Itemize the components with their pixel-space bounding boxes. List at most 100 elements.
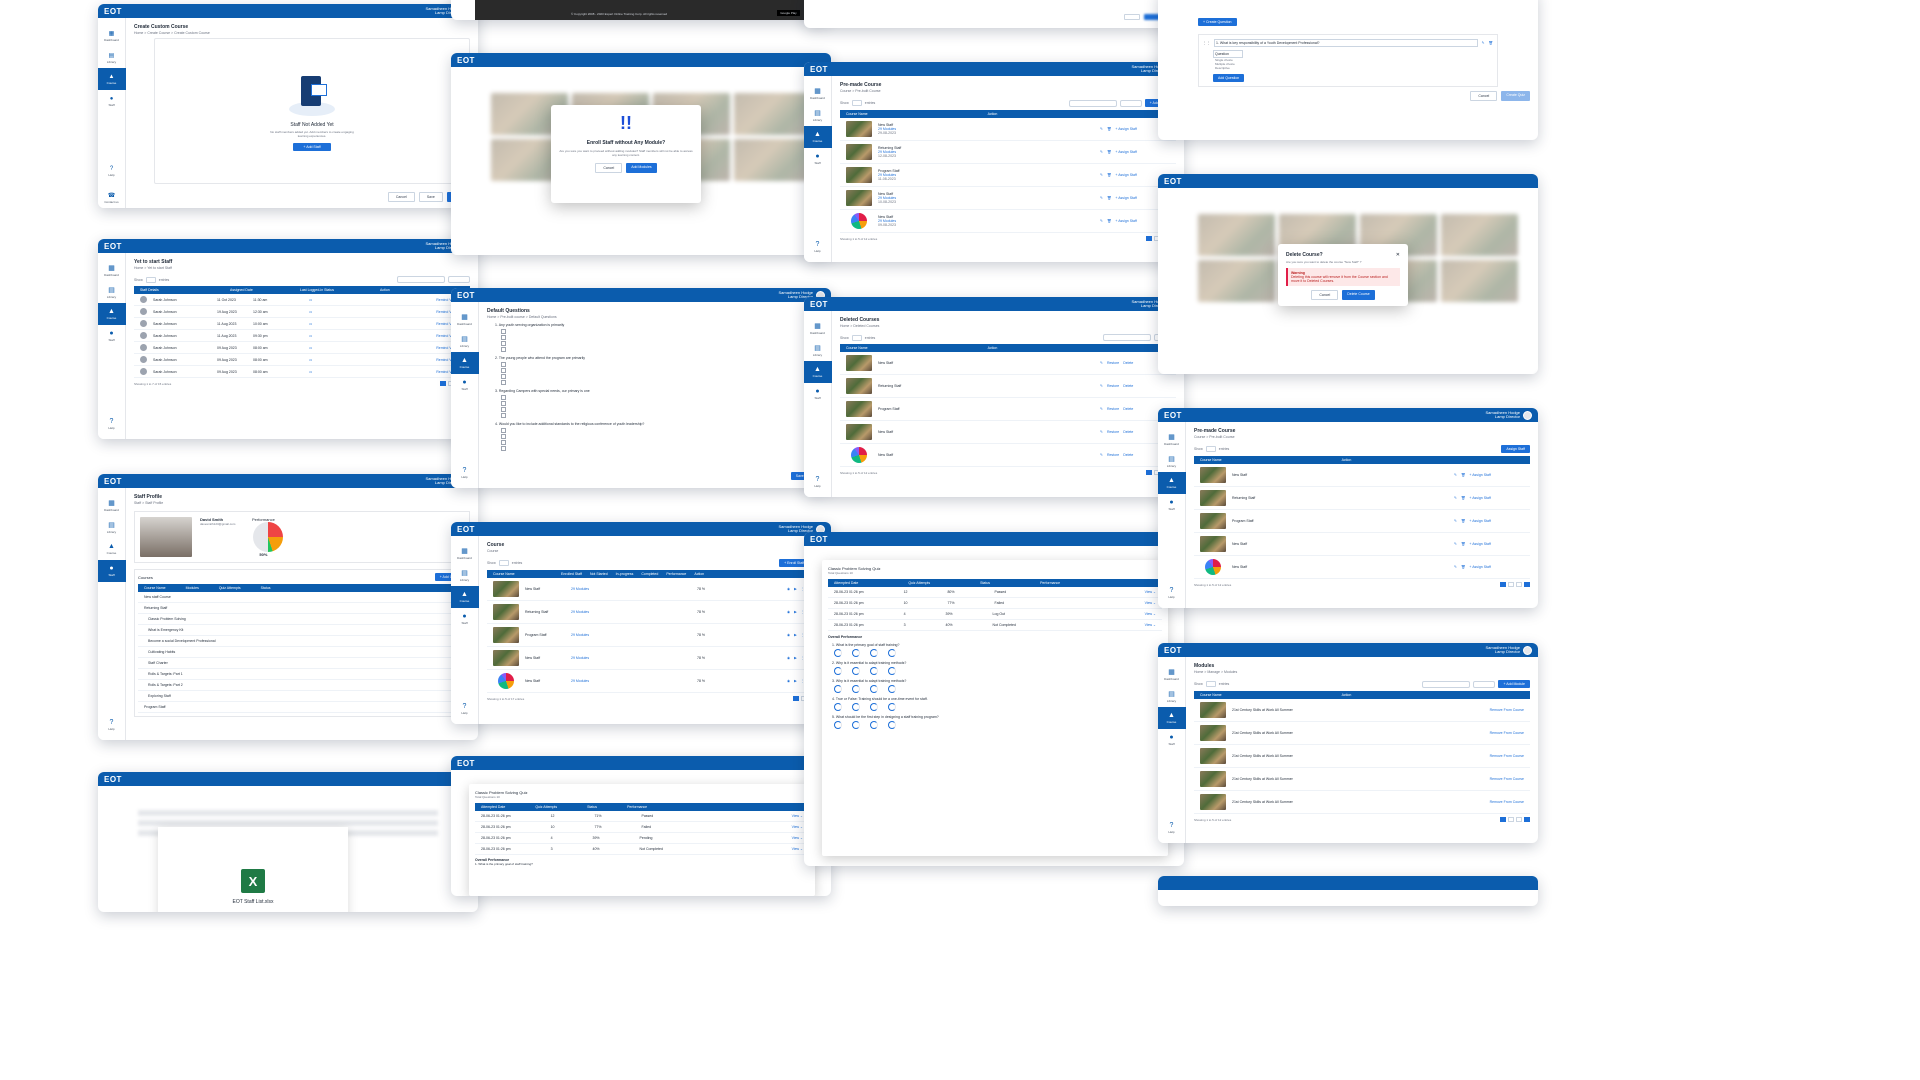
edit-icon[interactable]: ✎ xyxy=(1482,41,1485,45)
table-row[interactable]: Program Staff ✎ 🗑 + Assign Staff xyxy=(1194,510,1530,533)
sidebar-item-library[interactable]: ▤ Library xyxy=(804,104,832,126)
view-link[interactable]: View ⌄ xyxy=(792,836,803,840)
sidebar-item-staff[interactable]: ● Staff xyxy=(98,560,126,582)
filter-select[interactable] xyxy=(1119,99,1142,107)
sidebar-item-staff[interactable]: ● Staff xyxy=(98,325,126,347)
edit-icon[interactable]: ✎ xyxy=(1100,430,1103,434)
remove-from-course-link[interactable]: Remove From Course xyxy=(1490,777,1524,781)
entries-select[interactable] xyxy=(851,100,862,106)
filter-select[interactable] xyxy=(1473,680,1496,688)
edit-icon[interactable]: ✎ xyxy=(1454,542,1457,546)
sidebar-item-course[interactable]: ▲ Course xyxy=(451,586,479,608)
view-link[interactable]: View ⌄ xyxy=(792,814,803,818)
sidebar-item-library[interactable]: ▤ Library xyxy=(451,564,479,586)
answer-option[interactable] xyxy=(501,347,823,352)
assign-staff-link[interactable]: + Assign Staff xyxy=(1115,150,1136,154)
cancel-button[interactable]: Cancel xyxy=(1311,290,1339,300)
question-type-select[interactable]: Question xyxy=(1213,50,1243,58)
answer-option[interactable] xyxy=(501,413,823,418)
sidebar-item-course[interactable]: ▲ Course xyxy=(1158,707,1186,729)
assign-staff-link[interactable]: + Assign Staff xyxy=(1469,519,1490,523)
sidebar-item-library[interactable]: ▤ Library xyxy=(98,516,126,538)
sidebar-item-course[interactable]: ▲ Course xyxy=(804,361,832,383)
sidebar-item-library[interactable]: ▤ Library xyxy=(451,330,479,352)
answer-option[interactable] xyxy=(501,446,823,451)
sidebar-item-course[interactable]: ▲ Course xyxy=(804,126,832,148)
sidebar-item-help[interactable]: ? Help xyxy=(451,698,479,720)
add-staff-button[interactable]: + Add Staff xyxy=(293,142,331,151)
sidebar-item-help[interactable]: ? Help xyxy=(98,160,126,182)
trash-icon[interactable]: 🗑 xyxy=(1489,41,1493,45)
edit-icon[interactable]: ✎ xyxy=(1100,384,1103,388)
edit-icon[interactable]: ✎ xyxy=(1100,173,1103,177)
table-row[interactable]: New Staff 29 Modules 78 % ◉ ▶ ⋮ xyxy=(487,578,823,601)
play-icon[interactable]: ▶ xyxy=(794,587,797,591)
assign-staff-link[interactable]: + Assign Staff xyxy=(1115,173,1136,177)
table-row[interactable]: New Staff ✎ 🗑 + Assign Staff xyxy=(1194,464,1530,487)
answer-option[interactable] xyxy=(501,368,823,373)
answer-option[interactable] xyxy=(501,401,823,406)
view-icon[interactable]: ◉ xyxy=(787,633,790,637)
pagination[interactable] xyxy=(1500,582,1530,587)
table-row[interactable]: New Staff 29 Modules 78 % ◉ ▶ ⋮ xyxy=(487,670,823,693)
table-row[interactable]: 21st Century Skills at Work All Summer Re… xyxy=(1194,699,1530,722)
table-row[interactable]: New Staff ✎ Restore Delete xyxy=(840,421,1176,444)
delete-link[interactable]: Delete xyxy=(1123,430,1133,434)
remove-from-course-link[interactable]: Remove From Course xyxy=(1490,708,1524,712)
add-question-button[interactable]: Add Question xyxy=(1213,74,1245,82)
sidebar-item-course[interactable]: ▲ Course xyxy=(98,303,126,325)
entries-select[interactable] xyxy=(851,334,862,341)
trash-icon[interactable]: 🗑 xyxy=(1461,519,1465,523)
google-play-badge[interactable]: Google Play xyxy=(777,10,800,16)
table-row[interactable]: 21st Century Skills at Work All Summer Re… xyxy=(1194,745,1530,768)
search-input[interactable] xyxy=(1103,334,1151,341)
sidebar-item-staff[interactable]: ● Staff xyxy=(804,383,832,405)
sidebar-item-dashboard[interactable]: ▦ Dashboard xyxy=(451,308,479,330)
trash-icon[interactable]: 🗑 xyxy=(1461,496,1465,500)
sidebar-item-dashboard[interactable]: ▦ Dashboard xyxy=(1158,663,1186,685)
assign-staff-link[interactable]: + Assign Staff xyxy=(1469,496,1490,500)
assign-staff-button[interactable]: Assign Staff xyxy=(1501,445,1530,453)
sidebar-item-staff[interactable]: ● Staff xyxy=(1158,494,1186,516)
sidebar-item-staff[interactable]: ● Staff xyxy=(451,608,479,630)
edit-icon[interactable]: ✎ xyxy=(1100,453,1103,457)
view-icon[interactable]: ◉ xyxy=(787,587,790,591)
add-module-button[interactable]: + Add Module xyxy=(1498,680,1530,688)
add-modules-button[interactable]: Add Modules xyxy=(626,163,657,173)
table-row[interactable]: Program Staff 29 Modules 11-08-2023 ✎ 🗑 + Ass… xyxy=(840,164,1176,187)
answer-option[interactable] xyxy=(501,407,823,412)
table-row[interactable]: Program Staff ✎ Restore Delete xyxy=(840,398,1176,421)
table-row[interactable]: New Staff ✎ 🗑 + Assign Staff xyxy=(1194,533,1530,556)
edit-icon[interactable]: ✎ xyxy=(1100,361,1103,365)
cancel-button[interactable]: Cancel xyxy=(387,192,415,202)
assign-staff-link[interactable]: + Assign Staff xyxy=(1115,127,1136,131)
trash-icon[interactable]: 🗑 xyxy=(1461,542,1465,546)
user-menu[interactable]: Samadheen Hodge Lamp Director xyxy=(1486,645,1532,655)
table-row[interactable]: Returning Staff 29 Modules 12-08-2023 ✎ 🗑 + A… xyxy=(840,141,1176,164)
answer-option[interactable] xyxy=(501,374,823,379)
close-icon[interactable]: ✕ xyxy=(1396,252,1400,258)
sidebar-item-course[interactable]: ▲ Course xyxy=(451,352,479,374)
table-row[interactable]: New Staff ✎ Restore Delete xyxy=(840,352,1176,375)
play-icon[interactable]: ▶ xyxy=(794,633,797,637)
sidebar-item-help[interactable]: ? Help xyxy=(1158,582,1186,604)
view-link[interactable]: View ⌄ xyxy=(1145,623,1156,627)
sidebar-item-staff[interactable]: ● Staff xyxy=(451,374,479,396)
edit-icon[interactable]: ✎ xyxy=(1100,407,1103,411)
table-row[interactable]: Returning Staff 29 Modules 78 % ◉ ▶ ⋮ xyxy=(487,601,823,624)
entries-select[interactable] xyxy=(1205,446,1216,452)
remove-from-course-link[interactable]: Remove From Course xyxy=(1490,754,1524,758)
sidebar-item-help[interactable]: ? Help xyxy=(98,413,126,435)
table-row[interactable]: New Staff 29 Modules 09-08-2023 ✎ 🗑 + Assign … xyxy=(840,210,1176,233)
search-input[interactable] xyxy=(1422,680,1471,688)
search-input[interactable] xyxy=(397,276,445,283)
view-link[interactable]: View ⌄ xyxy=(1145,590,1156,594)
drag-handle-icon[interactable]: ⋮⋮ xyxy=(1203,41,1210,45)
sidebar-item-course[interactable]: ▲ Course xyxy=(1158,472,1186,494)
view-link[interactable]: View ⌄ xyxy=(1145,601,1156,605)
table-row[interactable]: New Staff ✎ Restore Delete xyxy=(840,444,1176,467)
delete-course-button[interactable]: Delete Course xyxy=(1342,290,1375,300)
entries-select[interactable] xyxy=(498,560,509,566)
answer-option[interactable] xyxy=(501,428,823,433)
sidebar-item-library[interactable]: ▤ Library xyxy=(98,281,126,303)
